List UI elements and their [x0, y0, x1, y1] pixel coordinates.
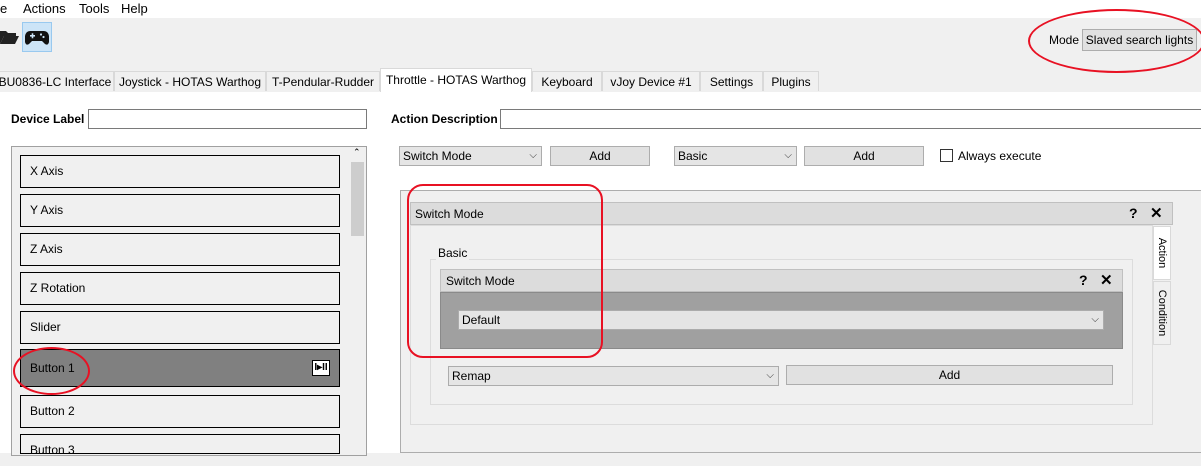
close-icon[interactable]: ✕ [1100, 271, 1113, 289]
scroll-thumb[interactable] [351, 162, 364, 236]
add-action-select[interactable]: Remap ⌵ [448, 366, 779, 386]
mode-label: Mode [1049, 33, 1080, 47]
help-icon[interactable]: ? [1079, 272, 1088, 288]
tab-action[interactable]: Action [1153, 226, 1171, 280]
mode-select[interactable]: Slaved search lights [1082, 29, 1197, 51]
scroll-up-icon[interactable]: ⌃ [353, 147, 361, 158]
toolbar [0, 18, 1201, 64]
device-label-field[interactable] [88, 109, 367, 129]
mode-target-select[interactable]: Default ⌵ [458, 310, 1104, 330]
tab-vjoy[interactable]: vJoy Device #1 [602, 71, 700, 91]
action-type-select[interactable]: Basic ⌵ [674, 146, 797, 166]
list-item[interactable]: Button 3 [20, 434, 340, 457]
container-type-select[interactable]: Switch Mode ⌵ [399, 146, 542, 166]
list-item[interactable]: Z Axis [20, 233, 340, 266]
menu-tools[interactable]: Tools [79, 1, 109, 16]
list-item-label: Button 1 [30, 361, 75, 375]
input-mode-icon: I▸II [312, 360, 330, 376]
menu-actions[interactable]: Actions [23, 1, 66, 16]
device-label-caption: Device Label [11, 112, 85, 126]
always-execute-checkbox[interactable] [940, 149, 953, 162]
tab-settings[interactable]: Settings [700, 71, 763, 91]
chevron-down-icon: ⌵ [766, 370, 774, 381]
help-icon[interactable]: ? [1129, 205, 1138, 221]
tab-throttle[interactable]: Throttle - HOTAS Warthog [380, 68, 532, 92]
list-item-selected[interactable]: Button 1 I▸II [20, 349, 340, 387]
action-type-value: Basic [678, 149, 708, 163]
menu-bar: e Actions Tools Help [0, 0, 1201, 18]
tab-condition[interactable]: Condition [1153, 281, 1171, 345]
action-widget-header: Switch Mode ? ✕ [440, 269, 1123, 292]
folder-open-icon [0, 31, 19, 44]
add-container-button[interactable]: Add [550, 146, 650, 166]
list-item[interactable]: Y Axis [20, 194, 340, 227]
mode-target-value: Default [462, 313, 501, 327]
close-icon[interactable]: ✕ [1150, 204, 1163, 222]
list-item[interactable]: X Axis [20, 155, 340, 188]
list-item[interactable]: Z Rotation [20, 272, 340, 305]
chevron-down-icon: ⌵ [1091, 314, 1099, 325]
container-widget-title: Switch Mode [415, 207, 484, 221]
menu-file[interactable]: e [0, 1, 7, 16]
tab-action-label: Action [1156, 237, 1168, 269]
container-type-value: Switch Mode [403, 149, 472, 163]
always-execute-label: Always execute [958, 149, 1042, 163]
tab-keyboard[interactable]: Keyboard [532, 71, 602, 91]
chevron-down-icon: ⌵ [529, 150, 537, 161]
tab-plugins[interactable]: Plugins [763, 71, 819, 91]
input-viewer-button[interactable] [22, 22, 52, 52]
tab-rudder[interactable]: T-Pendular-Rudder [266, 71, 380, 91]
container-widget-header: Switch Mode ? ✕ [410, 202, 1173, 225]
gamepad-icon [25, 31, 49, 45]
tab-condition-label: Condition [1156, 289, 1168, 337]
basic-group-title: Basic [436, 246, 470, 260]
open-profile-button[interactable] [0, 22, 24, 52]
action-description-caption: Action Description [391, 112, 498, 126]
add-action-value: Remap [452, 369, 491, 383]
tab-bu0836[interactable]: BU0836-LC Interface [0, 71, 114, 91]
action-widget-title: Switch Mode [446, 274, 515, 288]
action-description-field[interactable] [500, 109, 1201, 129]
tab-joystick[interactable]: Joystick - HOTAS Warthog [114, 71, 266, 91]
list-item[interactable]: Slider [20, 311, 340, 344]
menu-help[interactable]: Help [121, 1, 148, 16]
add-action-button[interactable]: Add [804, 146, 924, 166]
list-item[interactable]: Button 2 [20, 395, 340, 428]
add-remap-button[interactable]: Add [786, 365, 1113, 385]
chevron-down-icon: ⌵ [784, 150, 792, 161]
